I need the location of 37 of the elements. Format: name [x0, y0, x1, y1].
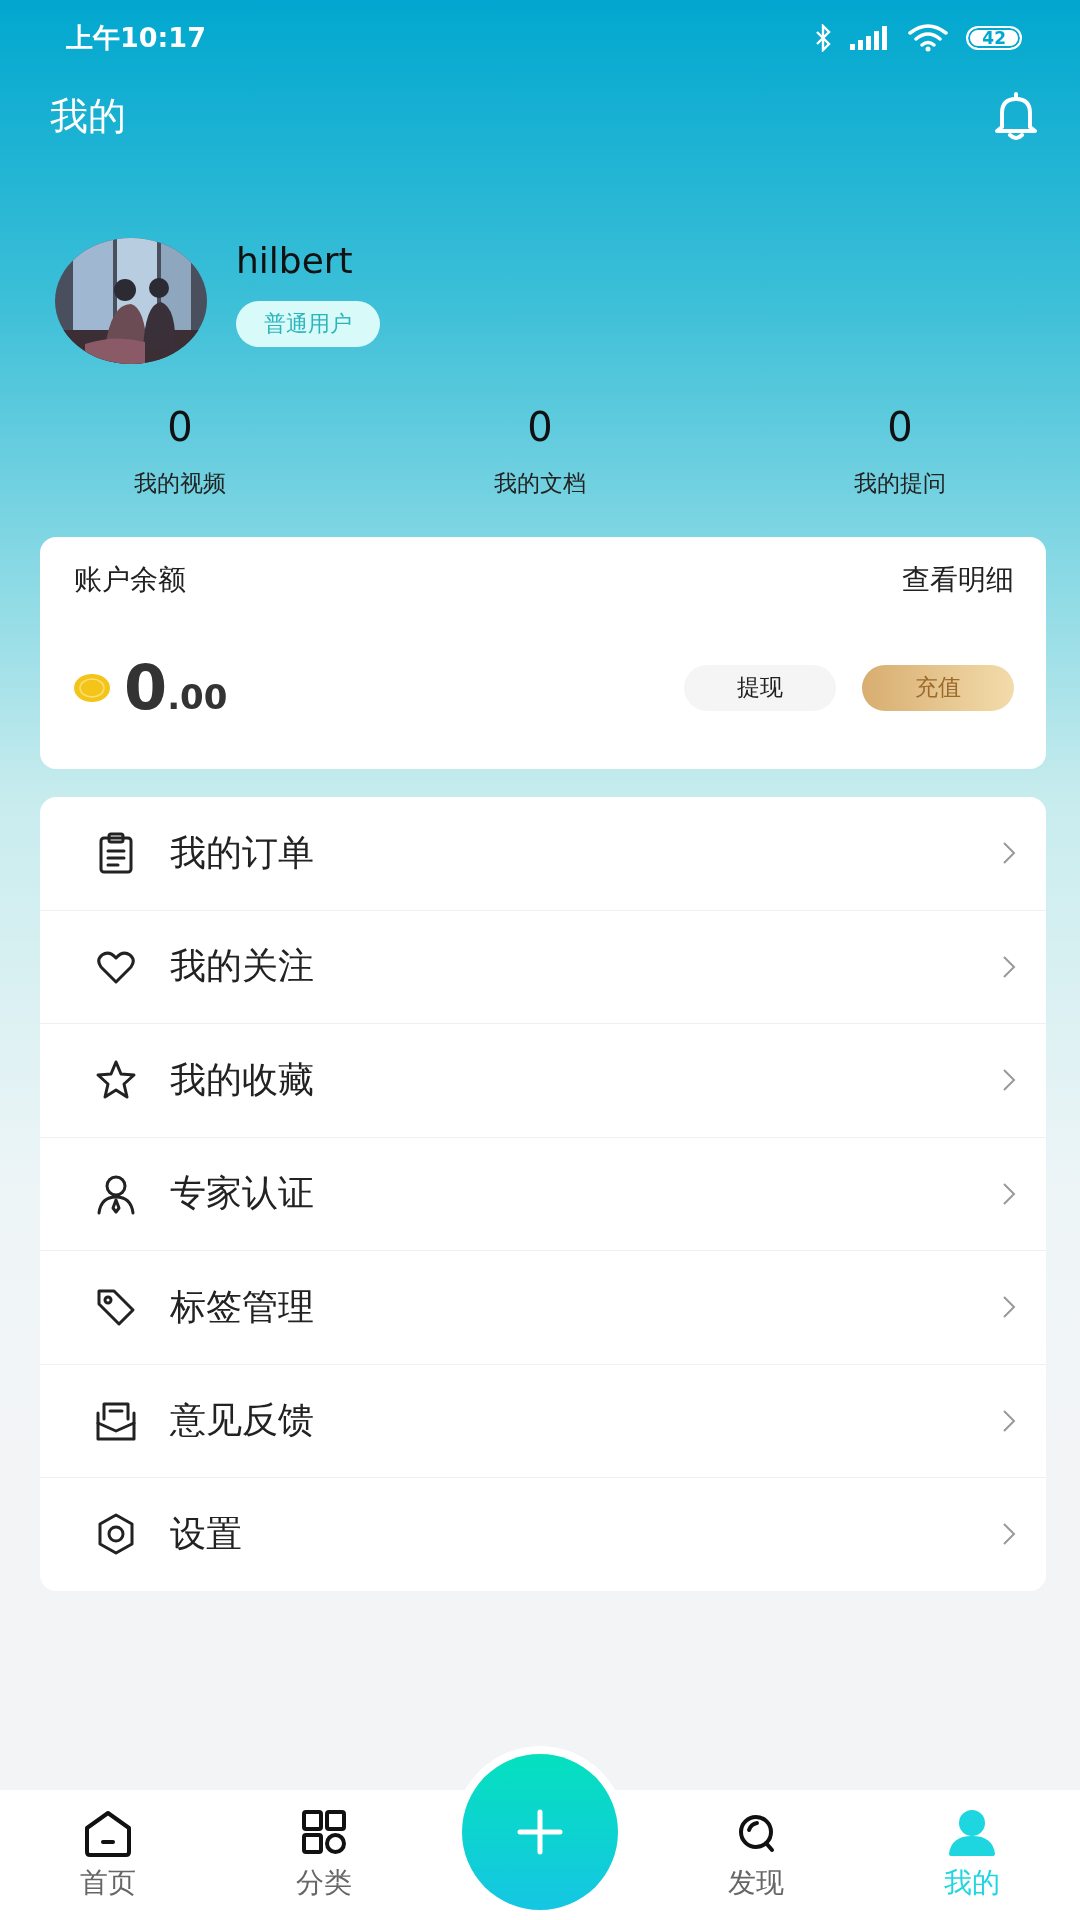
balance-amount: 0.00 — [124, 651, 228, 724]
bluetooth-icon — [814, 24, 833, 52]
menu-item[interactable]: 设置 — [40, 1478, 1046, 1591]
menu-item[interactable]: 标签管理 — [40, 1251, 1046, 1365]
stat-label[interactable]: 我的文档 — [494, 468, 586, 499]
stat-count[interactable]: 0 — [527, 404, 553, 450]
stat-label[interactable]: 我的提问 — [854, 468, 946, 499]
user-level-badge: 普通用户 — [236, 301, 380, 347]
status-time: 上午10:17 — [66, 21, 206, 55]
nav-tab[interactable]: 首页 — [74, 1790, 142, 1920]
chevron-icon — [1002, 954, 1016, 979]
menu-item[interactable]: 我的订单 — [40, 797, 1046, 911]
chevron-icon — [1002, 841, 1016, 866]
stat-count[interactable]: 0 — [167, 404, 193, 450]
chevron-icon — [1002, 1408, 1016, 1433]
menu-item[interactable]: 我的收藏 — [40, 1024, 1046, 1138]
nav-tab[interactable]: 发现 — [722, 1790, 790, 1920]
chevron-icon — [1002, 1295, 1016, 1320]
coin-icon — [74, 672, 110, 703]
stat-count[interactable]: 0 — [887, 404, 913, 450]
chevron-icon — [1002, 1068, 1016, 1093]
balance-title: 账户余额 — [74, 562, 186, 598]
chevron-icon — [1002, 1181, 1016, 1206]
details-link[interactable]: 查看明细 — [902, 561, 1014, 599]
bell-icon[interactable] — [992, 91, 1040, 141]
menu-item[interactable]: 意见反馈 — [40, 1364, 1046, 1478]
plus-icon — [517, 1809, 563, 1855]
menu-item[interactable]: 专家认证 — [40, 1137, 1046, 1251]
withdraw-button[interactable]: 提现 — [684, 664, 836, 711]
stat-label[interactable]: 我的视频 — [134, 468, 226, 499]
chevron-icon — [1002, 1522, 1016, 1547]
user-name: hilbert — [236, 240, 353, 281]
menu-item[interactable]: 我的关注 — [40, 910, 1046, 1024]
wifi-icon — [908, 24, 949, 52]
nav-tab[interactable]: 分类 — [290, 1790, 358, 1920]
page-title: 我的 — [50, 92, 126, 140]
battery-icon: 42 — [966, 26, 1022, 50]
